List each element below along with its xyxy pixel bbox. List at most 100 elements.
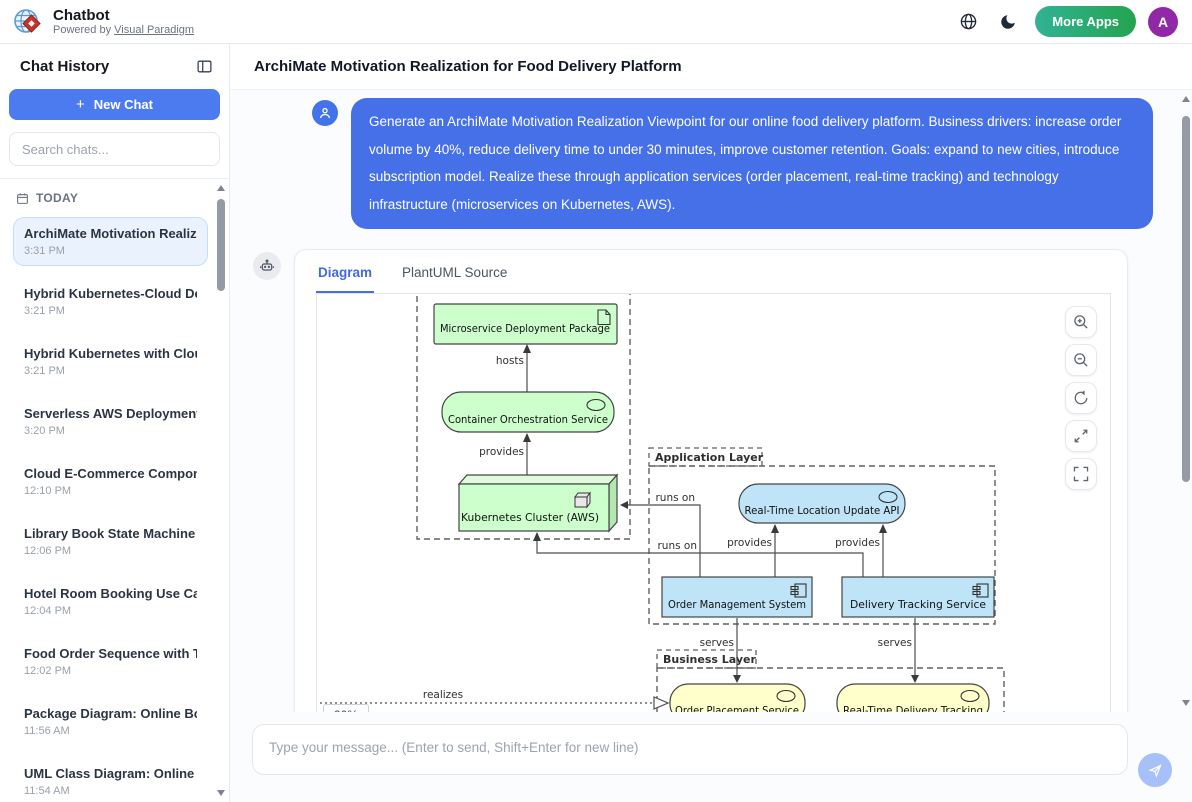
chat-history-item[interactable]: Cloud E-Commerce Compon...12:10 PM: [14, 458, 207, 505]
scroll-up-arrow[interactable]: [217, 185, 225, 191]
user-message-bubble: Generate an ArchiMate Motivation Realiza…: [351, 98, 1153, 229]
chat-history-item[interactable]: Package Diagram: Online Bo... 11:56 AM: [14, 698, 207, 745]
plus-icon: +: [76, 96, 85, 113]
scroll-down-arrow[interactable]: [1182, 700, 1190, 706]
svg-text:provides: provides: [479, 446, 524, 458]
chat-history-item[interactable]: UML Class Diagram: Online L... 11:54 AM: [14, 758, 207, 802]
chat-item-title: Library Book State Machine: [24, 526, 197, 541]
chat-item-time: 12:04 PM: [24, 605, 197, 617]
response-card: Diagram PlantUML Source Application Laye…: [294, 249, 1128, 712]
powered-by-link[interactable]: Visual Paradigm: [114, 24, 194, 36]
scroll-down-arrow[interactable]: [217, 790, 225, 796]
person-icon: [318, 106, 332, 120]
node-cube-icon: [575, 493, 590, 507]
chat-item-title: UML Class Diagram: Online L...: [24, 766, 197, 781]
chat-history-item[interactable]: Food Order Sequence with Ti... 12:02 PM: [14, 638, 207, 685]
svg-text:runs on: runs on: [657, 540, 697, 552]
expand-button[interactable]: [1065, 420, 1097, 452]
diagram-node-delivery-tracking: Delivery Tracking Service: [842, 577, 994, 617]
send-button[interactable]: [1138, 753, 1172, 787]
assistant-message-row: Diagram PlantUML Source Application Laye…: [230, 249, 1192, 712]
diagram-node-orchestration-service: Container Orchestration Service: [442, 392, 614, 432]
diagram-node-location-api: Real-Time Location Update API: [739, 484, 905, 523]
chat-item-time: 3:20 PM: [24, 425, 197, 437]
svg-text:Container Orchestration Servic: Container Orchestration Service: [448, 413, 608, 426]
diagram-node-order-management: Order Management System: [662, 577, 812, 617]
theme-toggle-button[interactable]: [991, 5, 1025, 39]
chat-history-item[interactable]: Hybrid Kubernetes with Clou...3:21 PM: [14, 338, 207, 385]
svg-text:serves: serves: [878, 637, 912, 649]
main-scrollbar-thumb[interactable]: [1182, 116, 1190, 482]
svg-text:hosts: hosts: [496, 355, 524, 367]
robot-icon: [259, 258, 275, 274]
language-button[interactable]: [951, 5, 985, 39]
chat-item-time: 12:06 PM: [24, 545, 197, 557]
app-header: Chatbot Powered by Visual Paradigm More …: [0, 0, 1192, 44]
diagram-controls: [1065, 306, 1097, 490]
svg-text:realizes: realizes: [423, 689, 463, 701]
collapse-sidebar-button[interactable]: [196, 58, 213, 75]
fullscreen-icon: [1072, 465, 1090, 483]
chat-item-title: Serverless AWS Deployment ...: [24, 406, 197, 421]
chat-history-item[interactable]: Library Book State Machine 12:06 PM: [14, 518, 207, 565]
more-apps-button[interactable]: More Apps: [1035, 6, 1136, 37]
svg-text:Microservice Deployment Packag: Microservice Deployment Package: [440, 322, 610, 335]
chat-item-title: Hybrid Kubernetes-Cloud De...: [24, 286, 197, 301]
svg-text:Real-Time Delivery Tracking: Real-Time Delivery Tracking: [843, 704, 983, 712]
zoom-out-button[interactable]: [1065, 344, 1097, 376]
chat-history-item[interactable]: Hotel Room Booking Use Case 12:04 PM: [14, 578, 207, 625]
chat-item-time: 11:56 AM: [24, 725, 197, 737]
sidebar-title: Chat History: [20, 58, 109, 75]
chat-history-item[interactable]: Serverless AWS Deployment ... 3:20 PM: [14, 398, 207, 445]
message-input-bar: [230, 712, 1192, 802]
svg-text:provides: provides: [835, 537, 880, 549]
diagram-edges: [320, 346, 915, 703]
chat-area: Generate an ArchiMate Motivation Realiza…: [230, 90, 1192, 712]
svg-text:runs on: runs on: [655, 492, 695, 504]
chat-history-item[interactable]: ArchiMate Motivation Realiz...3:31 PM: [14, 218, 207, 265]
sidebar: Chat History + New Chat TODAY ArchiMate …: [0, 44, 230, 802]
sidebar-scrollbar-thumb[interactable]: [217, 199, 225, 291]
chat-item-time: 12:02 PM: [24, 665, 197, 677]
powered-by: Powered by Visual Paradigm: [53, 24, 194, 37]
new-chat-button[interactable]: + New Chat: [9, 89, 220, 120]
calendar-icon: [16, 192, 29, 205]
search-input[interactable]: [9, 132, 220, 166]
tab-bar: Diagram PlantUML Source: [295, 250, 1127, 293]
diagram-node-kubernetes-cluster: Kubernetes Cluster (AWS): [459, 475, 617, 531]
application-layer-label: Application Layer: [655, 451, 764, 464]
svg-text:Order Management System: Order Management System: [668, 598, 806, 611]
svg-text:serves: serves: [700, 637, 734, 649]
user-message-avatar: [312, 100, 338, 126]
scroll-up-arrow[interactable]: [1182, 96, 1190, 102]
chat-item-title: Hybrid Kubernetes with Clou...: [24, 346, 197, 361]
svg-text:Kubernetes Cluster (AWS): Kubernetes Cluster (AWS): [461, 511, 599, 524]
chat-item-title: Food Order Sequence with Ti...: [24, 646, 197, 661]
zoom-in-button[interactable]: [1065, 306, 1097, 338]
diagram-viewport[interactable]: Application Layer Business Layer: [316, 293, 1111, 712]
zoom-in-icon: [1072, 313, 1090, 331]
diagram-node-delivery-tracking-business: Real-Time Delivery Tracking: [837, 684, 989, 712]
chat-item-title: Package Diagram: Online Bo...: [24, 706, 197, 721]
chat-item-time: 11:54 AM: [24, 785, 197, 797]
reset-view-button[interactable]: [1065, 382, 1097, 414]
moon-icon: [999, 13, 1017, 31]
fullscreen-button[interactable]: [1065, 458, 1097, 490]
app-title: Chatbot: [53, 7, 194, 24]
message-input[interactable]: [252, 724, 1128, 775]
chat-item-time: 3:21 PM: [24, 305, 197, 317]
chat-item-time: 3:31 PM: [24, 245, 197, 257]
tab-diagram[interactable]: Diagram: [316, 265, 374, 293]
chat-item-title: Hotel Room Booking Use Case: [24, 586, 197, 601]
archimate-diagram: Application Layer Business Layer: [317, 294, 1110, 712]
chat-history-item[interactable]: Hybrid Kubernetes-Cloud De... 3:21 PM: [14, 278, 207, 325]
app-logo-icon: [12, 6, 44, 38]
reset-icon: [1072, 389, 1090, 407]
user-avatar[interactable]: A: [1148, 7, 1178, 37]
tab-plantuml-source[interactable]: PlantUML Source: [400, 265, 509, 293]
main-area: ArchiMate Motivation Realization for Foo…: [230, 44, 1192, 802]
today-section-label: TODAY: [36, 191, 78, 205]
assistant-avatar[interactable]: [253, 252, 281, 280]
chat-item-title: Cloud E-Commerce Compon...: [24, 466, 197, 481]
expand-icon: [1072, 427, 1090, 445]
